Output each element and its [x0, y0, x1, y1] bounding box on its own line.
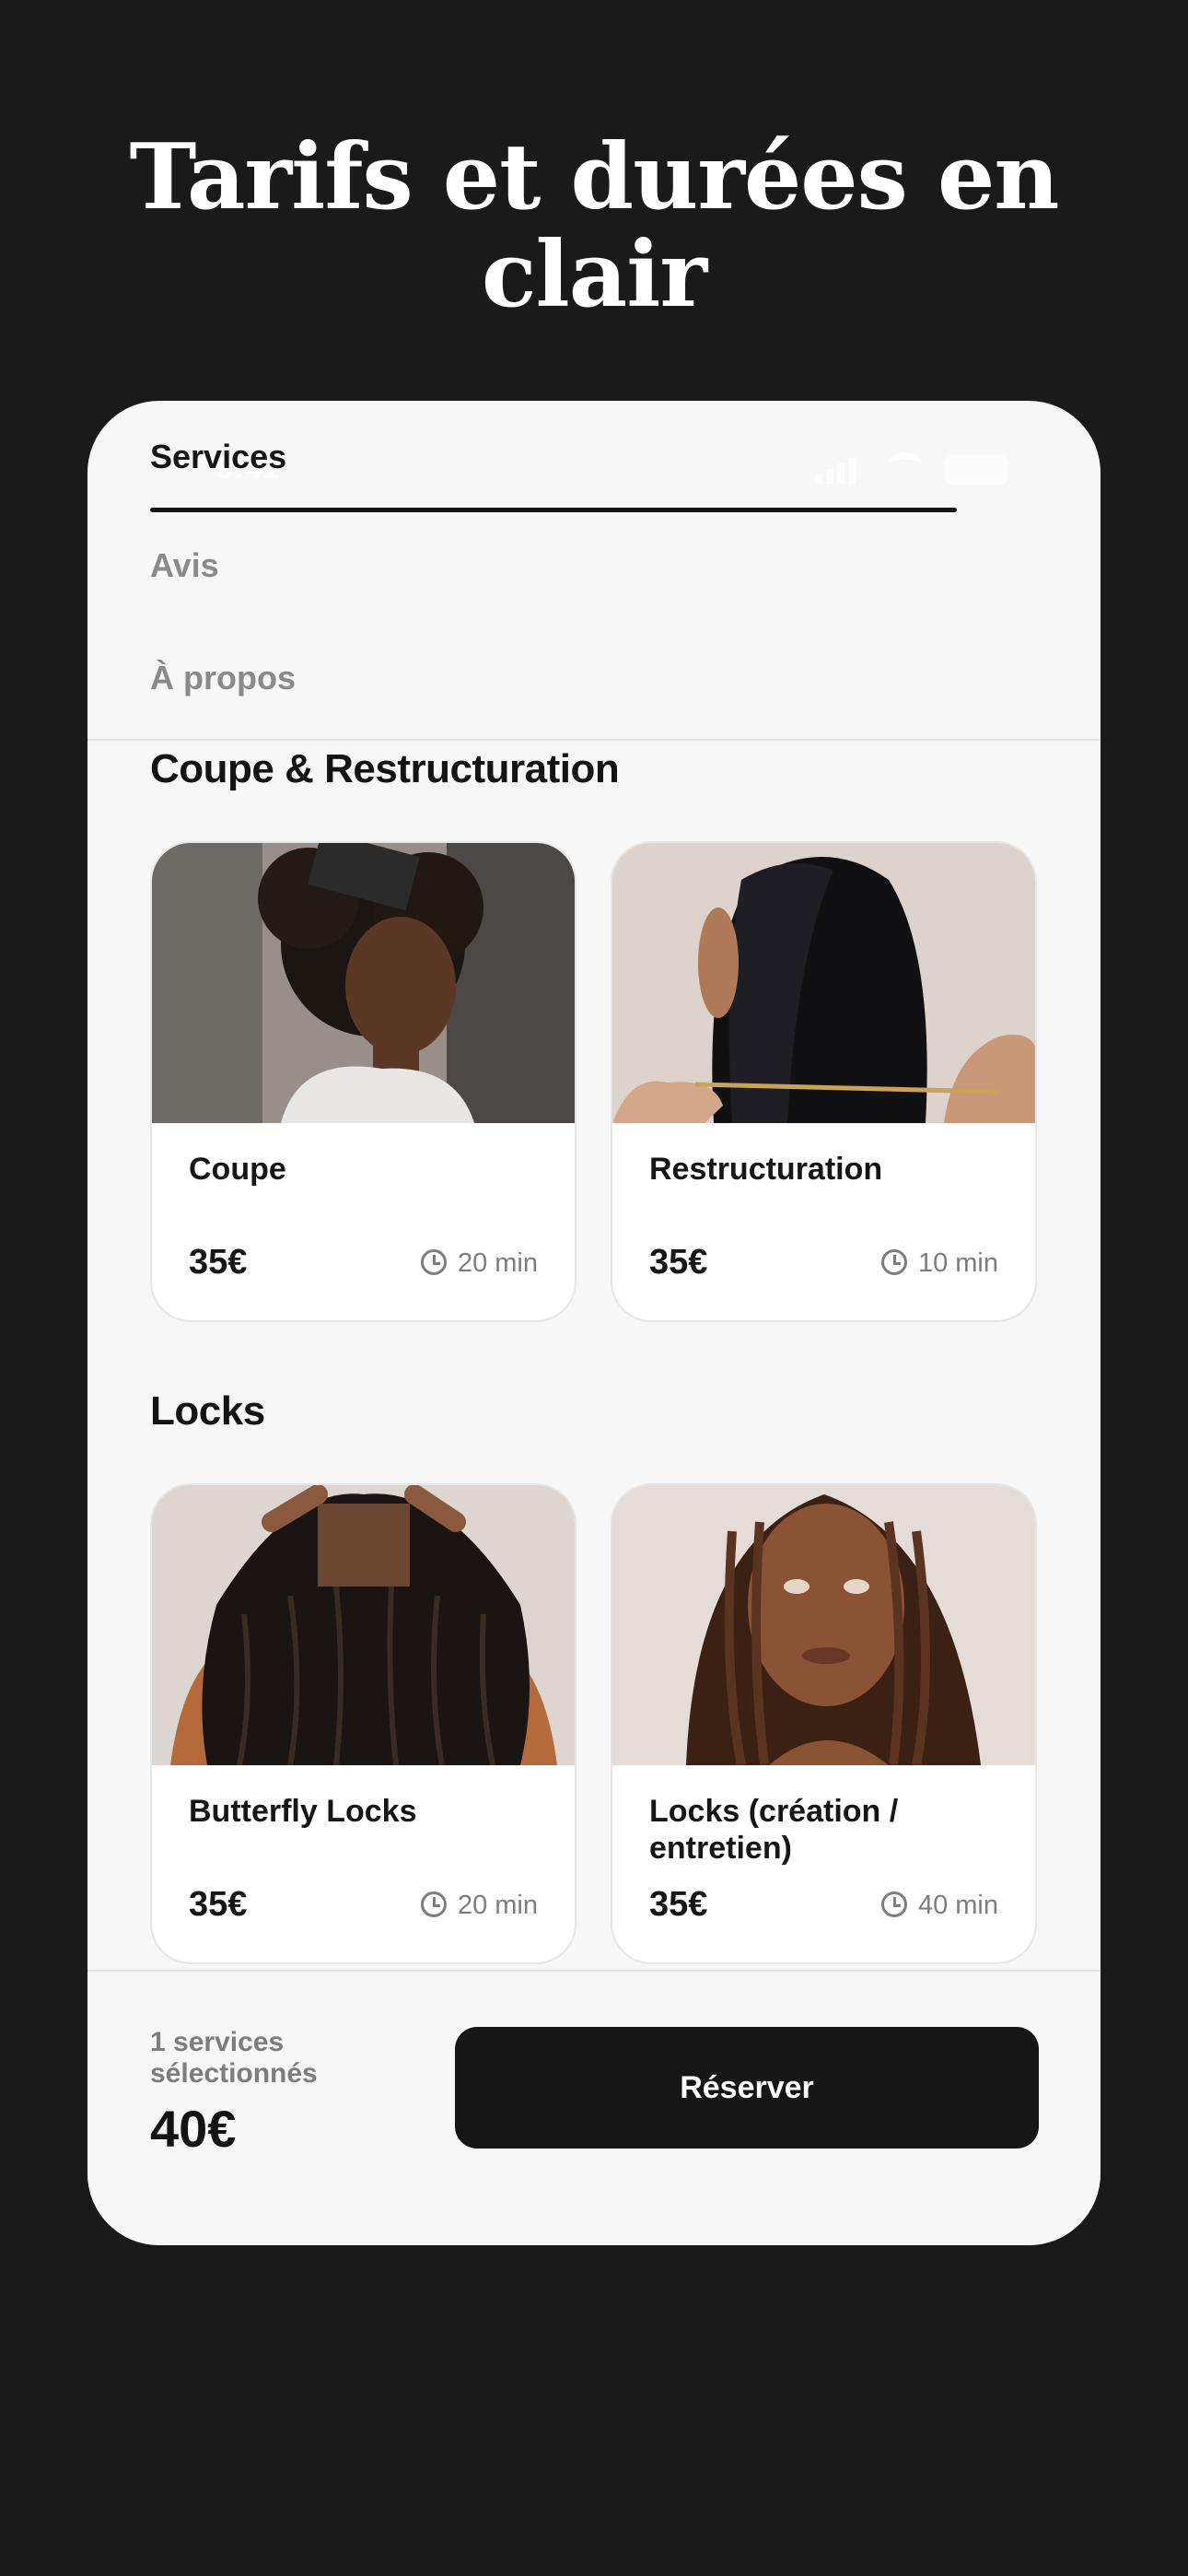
- service-duration: 20 min: [420, 1248, 538, 1279]
- service-duration: 20 min: [420, 1891, 538, 1921]
- service-photo: [612, 843, 1035, 1123]
- clock-icon: [420, 1891, 447, 1917]
- battery-icon: [944, 454, 1008, 486]
- headline-line-1: Tarifs et durées en: [129, 124, 1059, 230]
- selected-count: 1 services sélectionnés: [150, 2027, 318, 2089]
- service-price: 35€: [189, 1243, 248, 1282]
- clock-icon: [420, 1249, 447, 1275]
- active-tab-indicator: [150, 508, 957, 512]
- service-name: Butterfly Locks: [189, 1794, 417, 1829]
- service-duration: 10 min: [880, 1248, 998, 1279]
- total-price: 40€: [150, 2100, 237, 2158]
- service-card-restructuration[interactable]: Restructuration 35€ 10 min: [611, 841, 1037, 1322]
- service-photo: [152, 843, 575, 1123]
- phone-screen: 9:41 Services Avis À propos Coupe & Rest…: [87, 401, 1101, 2245]
- service-price: 35€: [649, 1885, 708, 1924]
- service-price: 35€: [649, 1243, 708, 1282]
- clock-icon: [880, 1249, 907, 1275]
- service-card-locks[interactable]: Locks (création / entretien) 35€ 40 min: [611, 1483, 1037, 1964]
- marketing-headline: Tarifs et durées en clair: [0, 129, 1188, 324]
- reserve-button[interactable]: Réserver: [455, 2027, 1039, 2149]
- service-name: Restructuration: [649, 1152, 883, 1187]
- service-name: Coupe: [189, 1152, 286, 1187]
- service-photo: [152, 1485, 575, 1765]
- section-title-coupe: Coupe & Restructuration: [150, 746, 620, 791]
- signal-icon: [815, 458, 859, 484]
- section-title-locks: Locks: [150, 1388, 265, 1434]
- service-card-butterfly-locks[interactable]: Butterfly Locks 35€ 20 min: [150, 1483, 577, 1964]
- tab-services[interactable]: Services: [150, 438, 286, 476]
- tab-about[interactable]: À propos: [150, 659, 296, 697]
- divider: [87, 739, 1101, 741]
- service-price: 35€: [189, 1885, 248, 1924]
- headline-line-2: clair: [481, 222, 707, 328]
- service-name: Locks (création / entretien): [649, 1794, 899, 1866]
- service-duration: 40 min: [880, 1891, 998, 1921]
- service-card-coupe[interactable]: Coupe 35€ 20 min: [150, 841, 577, 1322]
- service-photo: [612, 1485, 1035, 1765]
- wifi-icon: [889, 452, 922, 474]
- clock-icon: [880, 1891, 907, 1917]
- booking-bar: 1 services sélectionnés 40€ Réserver: [87, 1970, 1101, 2245]
- tab-reviews[interactable]: Avis: [150, 546, 219, 585]
